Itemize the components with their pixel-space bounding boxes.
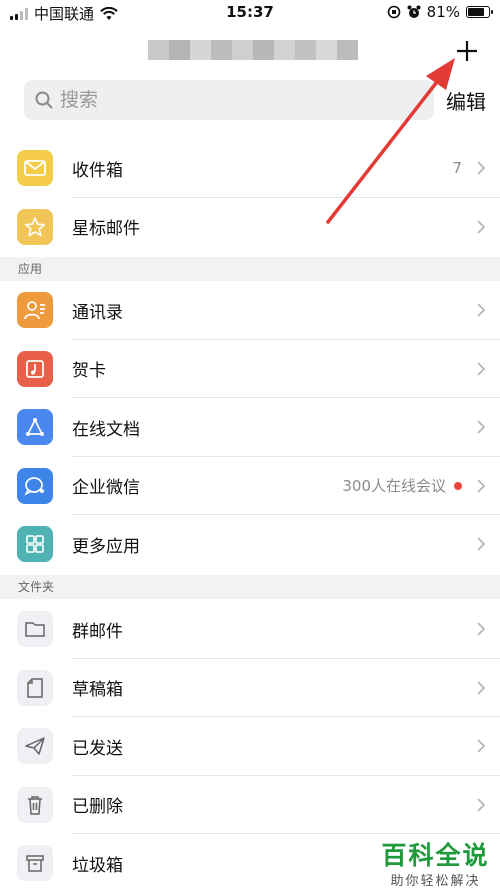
row-label: 星标邮件	[72, 219, 140, 240]
mailbox-row-starred[interactable]: 星标邮件	[0, 198, 500, 257]
trash-icon	[17, 786, 53, 823]
unread-count: 7	[452, 159, 462, 178]
row-label: 企业微信	[72, 478, 140, 499]
folder-row-group-mail[interactable]: 群邮件	[0, 600, 500, 659]
spam-bin-icon	[17, 845, 53, 882]
row-label: 已删除	[72, 797, 123, 818]
chevron-right-icon	[477, 303, 486, 317]
row-label: 草稿箱	[72, 680, 123, 701]
watermark-subtitle: 助你轻松解决	[390, 874, 481, 889]
chevron-right-icon	[477, 798, 486, 812]
greeting-card-icon	[17, 350, 53, 387]
mailbox-row-inbox[interactable]: 收件箱 7	[0, 139, 500, 198]
app-row-online-docs[interactable]: 在线文档	[0, 398, 500, 457]
chevron-right-icon	[477, 622, 486, 636]
star-icon	[17, 208, 53, 245]
folder-row-sent[interactable]: 已发送	[0, 717, 500, 776]
row-label: 通讯录	[72, 302, 123, 323]
app-row-more-apps[interactable]: 更多应用	[0, 515, 500, 574]
apps-list: 通讯录 贺卡 在线文档 企业微信 300人在线会议 更多应用	[0, 281, 500, 574]
account-name-blurred	[148, 40, 358, 60]
search-row: 编辑	[0, 78, 500, 124]
chevron-right-icon	[477, 537, 486, 551]
chevron-right-icon	[477, 739, 486, 753]
alarm-icon	[407, 5, 421, 18]
wecom-icon	[17, 467, 53, 504]
draft-icon	[17, 669, 53, 706]
document-share-icon	[17, 409, 53, 446]
header	[0, 26, 500, 76]
folder-icon	[17, 611, 53, 648]
row-label: 在线文档	[72, 419, 140, 440]
folder-row-drafts[interactable]: 草稿箱	[0, 659, 500, 717]
row-label: 更多应用	[72, 536, 140, 557]
grid-icon	[17, 526, 53, 563]
section-header-apps: 应用	[0, 257, 500, 281]
chevron-right-icon	[477, 220, 486, 234]
app-row-wecom[interactable]: 企业微信 300人在线会议	[0, 457, 500, 515]
chevron-right-icon	[477, 362, 486, 376]
app-row-contacts[interactable]: 通讯录	[0, 281, 500, 340]
edit-button[interactable]: 编辑	[446, 86, 486, 115]
row-label: 群邮件	[72, 621, 123, 642]
status-bar: 中国联通 15:37 81%	[0, 0, 500, 26]
row-label: 贺卡	[72, 361, 106, 382]
app-row-greeting-card[interactable]: 贺卡	[0, 340, 500, 398]
chevron-right-icon	[477, 161, 486, 175]
battery-percent: 81%	[426, 3, 460, 21]
chevron-right-icon	[477, 681, 486, 695]
envelope-icon	[17, 150, 53, 187]
chevron-right-icon	[477, 479, 486, 493]
paper-plane-icon	[17, 728, 53, 765]
mailbox-list: 收件箱 7 星标邮件	[0, 139, 500, 256]
plus-icon	[457, 41, 477, 61]
search-icon	[35, 91, 53, 109]
watermark-title: 百科全说	[381, 841, 490, 870]
orientation-lock-icon	[387, 5, 400, 19]
watermark: 百科全说 助你轻松解决	[373, 836, 498, 889]
search-input[interactable]	[60, 89, 400, 111]
contacts-icon	[17, 292, 53, 329]
search-box[interactable]	[24, 80, 434, 120]
add-button[interactable]	[450, 34, 484, 68]
notification-dot	[454, 481, 462, 490]
row-label: 已发送	[72, 738, 123, 759]
folder-row-deleted[interactable]: 已删除	[0, 776, 500, 834]
meeting-status: 300人在线会议	[342, 475, 462, 496]
chevron-right-icon	[477, 420, 486, 434]
section-header-folders: 文件夹	[0, 575, 500, 599]
row-label: 垃圾箱	[72, 855, 123, 876]
row-label: 收件箱	[72, 160, 123, 181]
battery-icon	[466, 6, 493, 18]
